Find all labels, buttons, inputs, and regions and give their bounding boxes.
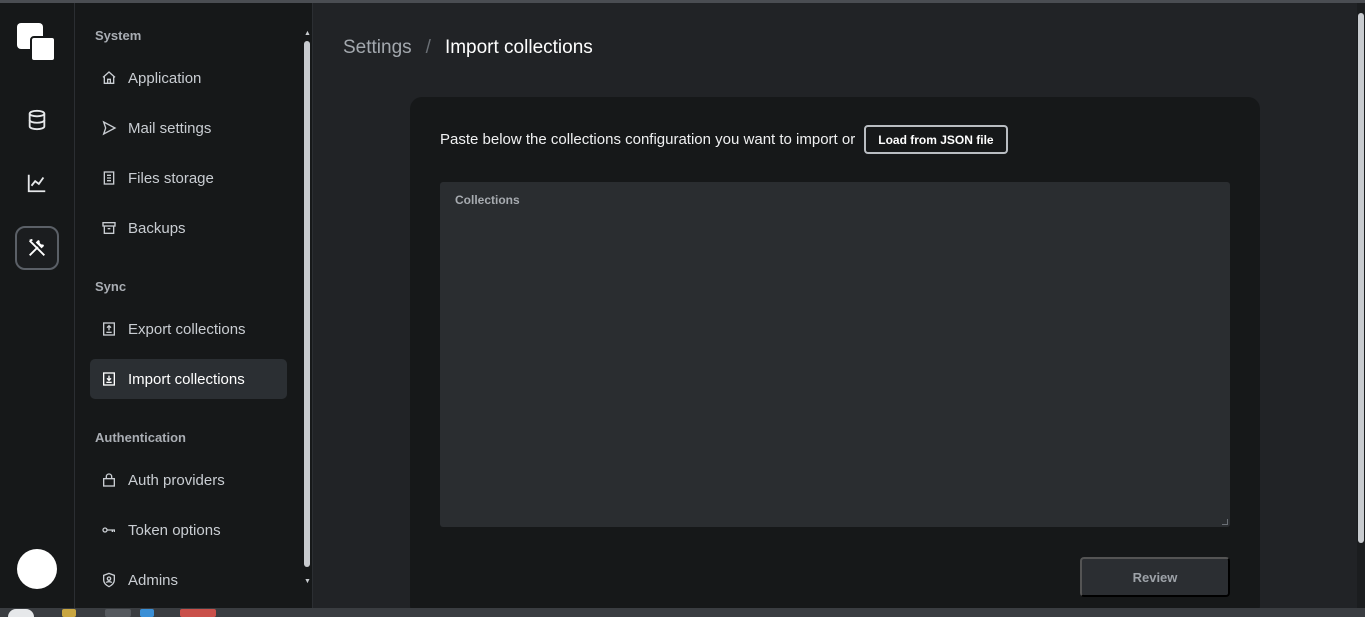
os-taskbar bbox=[0, 608, 1365, 617]
breadcrumb-separator: / bbox=[425, 37, 431, 58]
breadcrumb-settings-link[interactable]: Settings bbox=[343, 37, 412, 59]
chart-line-icon bbox=[27, 174, 46, 193]
sidebar-item-label: Admins bbox=[128, 571, 179, 589]
taskbar-start-icon[interactable] bbox=[8, 609, 34, 617]
resize-handle[interactable] bbox=[1222, 519, 1228, 525]
review-button[interactable]: Review bbox=[1080, 557, 1230, 597]
send-icon bbox=[100, 119, 118, 137]
collections-field[interactable]: Collections bbox=[440, 182, 1230, 527]
sidebar-item-auth-providers[interactable]: Auth providers bbox=[90, 460, 287, 500]
logs-nav-button[interactable] bbox=[15, 161, 59, 205]
sidebar-item-import-collections[interactable]: Import collections bbox=[90, 359, 287, 399]
archive-icon bbox=[100, 219, 118, 237]
settings-sidebar: System Application Mail settings Files s… bbox=[75, 3, 313, 608]
import-panel: Paste below the collections configuratio… bbox=[410, 97, 1260, 617]
sidebar-scroll-down[interactable]: ▼ bbox=[304, 578, 311, 585]
sidebar-scrollbar[interactable] bbox=[304, 41, 310, 567]
main-content: Settings / Import collections Paste belo… bbox=[313, 3, 1365, 617]
app-logo[interactable] bbox=[17, 23, 57, 63]
collections-nav-button[interactable] bbox=[15, 98, 59, 142]
database-icon bbox=[28, 109, 46, 131]
sidebar-item-files-storage[interactable]: Files storage bbox=[90, 158, 287, 198]
tools-icon bbox=[29, 238, 45, 256]
lock-icon bbox=[100, 471, 118, 489]
taskbar-terminal-icon[interactable] bbox=[105, 609, 131, 617]
sidebar-item-label: Application bbox=[128, 69, 202, 87]
settings-nav-button[interactable] bbox=[15, 226, 59, 270]
page-title: Import collections bbox=[444, 37, 593, 58]
breadcrumb: Settings / Import collections bbox=[343, 37, 593, 59]
taskbar-folder-icon[interactable] bbox=[62, 609, 76, 617]
sidebar-item-label: Auth providers bbox=[128, 471, 225, 489]
shield-user-icon bbox=[100, 571, 118, 589]
sidebar-item-token-options[interactable]: Token options bbox=[90, 510, 287, 550]
page-scrollbar[interactable] bbox=[1357, 3, 1365, 608]
section-title-sync: Sync bbox=[95, 279, 127, 294]
collections-field-label: Collections bbox=[455, 193, 520, 207]
storage-icon bbox=[100, 169, 118, 187]
import-intro: Paste below the collections configuratio… bbox=[440, 125, 1008, 154]
sidebar-item-backups[interactable]: Backups bbox=[90, 208, 287, 248]
sidebar-item-mail-settings[interactable]: Mail settings bbox=[90, 108, 287, 148]
sidebar-item-label: Import collections bbox=[128, 370, 245, 388]
download-icon bbox=[100, 370, 118, 388]
key-icon bbox=[100, 521, 118, 539]
user-avatar[interactable] bbox=[17, 549, 57, 589]
section-title-system: System bbox=[95, 28, 142, 43]
sidebar-item-label: Backups bbox=[128, 219, 186, 237]
sidebar-item-label: Token options bbox=[128, 521, 221, 539]
sidebar-scroll-up[interactable]: ▲ bbox=[304, 30, 311, 37]
load-json-file-button[interactable]: Load from JSON file bbox=[864, 125, 1008, 154]
home-icon bbox=[100, 69, 118, 87]
taskbar-app-icon[interactable] bbox=[140, 609, 154, 617]
sidebar-item-admins[interactable]: Admins bbox=[90, 560, 287, 600]
sidebar-item-application[interactable]: Application bbox=[90, 58, 287, 98]
taskbar-browser-icon[interactable] bbox=[180, 609, 216, 617]
app-rail bbox=[0, 3, 75, 608]
sidebar-item-label: Mail settings bbox=[128, 119, 212, 137]
section-title-authentication: Authentication bbox=[95, 430, 186, 445]
sidebar-item-export-collections[interactable]: Export collections bbox=[90, 309, 287, 349]
import-intro-text: Paste below the collections configuratio… bbox=[440, 131, 856, 148]
sidebar-item-label: Export collections bbox=[128, 320, 246, 338]
sidebar-item-label: Files storage bbox=[128, 169, 214, 187]
collections-textarea[interactable] bbox=[440, 212, 1230, 527]
upload-icon bbox=[100, 320, 118, 338]
